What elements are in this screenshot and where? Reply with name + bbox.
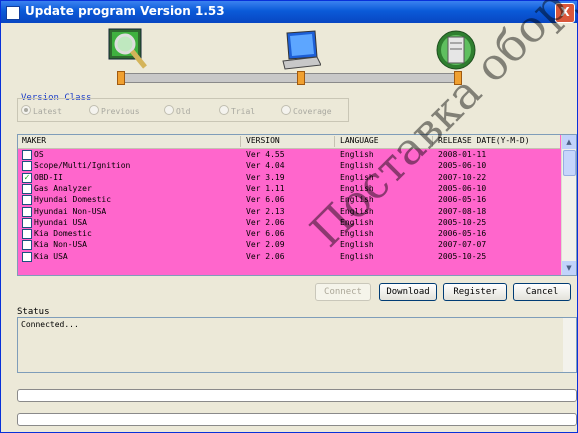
- cell-release-date: 2007-07-07: [438, 240, 487, 250]
- cell-version: Ver 1.11: [246, 183, 285, 193]
- table-row[interactable]: Hyundai Non-USA Ver 2.13 English 2007-08-18: [18, 206, 560, 217]
- cell-release-date: 2005-06-10: [438, 161, 487, 171]
- radio-trial[interactable]: Trial: [219, 105, 255, 116]
- app-icon: [6, 6, 20, 20]
- row-checkbox[interactable]: [22, 150, 32, 160]
- cell-release-date: 2006-05-16: [438, 195, 487, 205]
- status-scrollbar[interactable]: [563, 318, 576, 372]
- cell-maker: Gas Analyzer: [34, 183, 92, 193]
- row-checkbox[interactable]: ✓: [22, 172, 32, 183]
- cell-version: Ver 2.09: [246, 240, 285, 250]
- table-scrollbar[interactable]: ▲ ▼: [561, 135, 576, 275]
- table-row[interactable]: ✓ OBD-II Ver 3.19 English 2007-10-22: [18, 172, 560, 183]
- status-log[interactable]: Connected...: [17, 317, 577, 373]
- table-row[interactable]: Hyundai Domestic Ver 6.06 English 2006-05-1…: [18, 194, 560, 206]
- cell-maker: Kia Non-USA: [34, 240, 87, 250]
- table-header: MAKER VERSION LANGUAGE RELEASE DATE(Y-M-…: [18, 135, 560, 149]
- status-text: Connected...: [21, 320, 79, 329]
- row-checkbox[interactable]: [22, 206, 32, 217]
- cancel-button[interactable]: Cancel: [513, 283, 571, 301]
- radio-circle-icon: [164, 105, 174, 115]
- row-checkbox[interactable]: [22, 240, 32, 251]
- download-button[interactable]: Download: [379, 283, 437, 301]
- cell-version: Ver 4.55: [246, 150, 285, 159]
- cell-maker: OBD-II: [34, 172, 63, 182]
- step-marker: [297, 71, 305, 85]
- scroll-down-icon[interactable]: ▼: [562, 261, 576, 275]
- status-label: Status: [17, 307, 50, 317]
- cell-maker: Hyundai Domestic: [34, 195, 112, 205]
- update-table: MAKER VERSION LANGUAGE RELEASE DATE(Y-M-…: [17, 134, 577, 276]
- magnifier-screen-icon: [107, 27, 149, 73]
- cell-release-date: 2005-10-25: [438, 217, 487, 227]
- cell-version: Ver 6.06: [246, 229, 285, 239]
- table-row[interactable]: Gas Analyzer Ver 1.11 English 2005-06-10: [18, 183, 560, 194]
- cell-maker: Hyundai Non-USA: [34, 206, 107, 216]
- radio-coverage[interactable]: Coverage: [281, 105, 332, 116]
- radio-previous[interactable]: Previous: [89, 105, 140, 116]
- row-checkbox[interactable]: [22, 217, 32, 228]
- cell-version: Ver 2.06: [246, 217, 285, 227]
- cell-release-date: 2007-10-22: [438, 172, 487, 182]
- cell-maker: OS: [34, 150, 44, 159]
- cell-release-date: 2006-05-16: [438, 229, 487, 239]
- cell-release-date: 2007-08-18: [438, 206, 487, 216]
- column-header-version[interactable]: VERSION: [246, 136, 280, 145]
- cell-maker: Kia Domestic: [34, 229, 92, 239]
- window-title: Update program Version 1.53: [25, 4, 225, 18]
- cell-version: Ver 4.04: [246, 161, 285, 171]
- table-row[interactable]: Kia USA Ver 2.06 English 2005-10-25: [18, 251, 560, 262]
- table-row[interactable]: Hyundai USA Ver 2.06 English 2005-10-25: [18, 217, 560, 228]
- row-checkbox[interactable]: [22, 183, 32, 194]
- cell-release-date: 2005-10-25: [438, 251, 487, 261]
- update-window: Update program Version 1.53 X Version Cl…: [0, 0, 578, 433]
- register-button[interactable]: Register: [443, 283, 507, 301]
- steps-track: [119, 73, 461, 83]
- column-header-maker[interactable]: MAKER: [22, 136, 46, 145]
- row-checkbox[interactable]: [22, 195, 32, 206]
- column-header-language[interactable]: LANGUAGE: [340, 136, 379, 145]
- radio-circle-icon: [219, 105, 229, 115]
- radio-circle-icon: [89, 105, 99, 115]
- step-marker: [117, 71, 125, 85]
- progress-bar-overall: [17, 389, 577, 402]
- table-row[interactable]: Kia Non-USA Ver 2.09 English 2007-07-07: [18, 239, 560, 251]
- radio-circle-icon: [21, 105, 31, 115]
- cell-release-date: 2005-06-10: [438, 183, 487, 193]
- table-row[interactable]: OS Ver 4.55 English 2008-01-11: [18, 149, 560, 160]
- cell-maker: Kia USA: [34, 251, 68, 261]
- table-row[interactable]: Kia Domestic Ver 6.06 English 2006-05-16: [18, 228, 560, 240]
- cell-version: Ver 2.06: [246, 251, 285, 261]
- laptop-icon: [279, 27, 322, 73]
- radio-old[interactable]: Old: [164, 105, 190, 116]
- connect-button[interactable]: Connect: [315, 283, 371, 301]
- cell-release-date: 2008-01-11: [438, 150, 487, 159]
- scroll-thumb[interactable]: [563, 150, 576, 176]
- column-divider[interactable]: [334, 136, 335, 147]
- radio-circle-icon: [281, 105, 291, 115]
- progress-bar-file: [17, 413, 577, 426]
- table-row[interactable]: Scope/Multi/Ignition Ver 4.04 English 2005-…: [18, 160, 560, 172]
- row-checkbox[interactable]: [22, 251, 32, 262]
- cell-version: Ver 2.13: [246, 206, 285, 216]
- column-divider[interactable]: [240, 136, 241, 147]
- title-bar[interactable]: Update program Version 1.53 X: [1, 1, 577, 23]
- cell-version: Ver 3.19: [246, 172, 285, 182]
- cell-maker: Scope/Multi/Ignition: [34, 161, 131, 171]
- scroll-up-icon[interactable]: ▲: [562, 135, 576, 149]
- cell-version: Ver 6.06: [246, 195, 285, 205]
- radio-latest[interactable]: Latest: [21, 105, 62, 116]
- cell-language: English: [340, 251, 374, 261]
- row-checkbox[interactable]: [22, 161, 32, 172]
- row-checkbox[interactable]: [22, 229, 32, 240]
- cell-maker: Hyundai USA: [34, 217, 87, 227]
